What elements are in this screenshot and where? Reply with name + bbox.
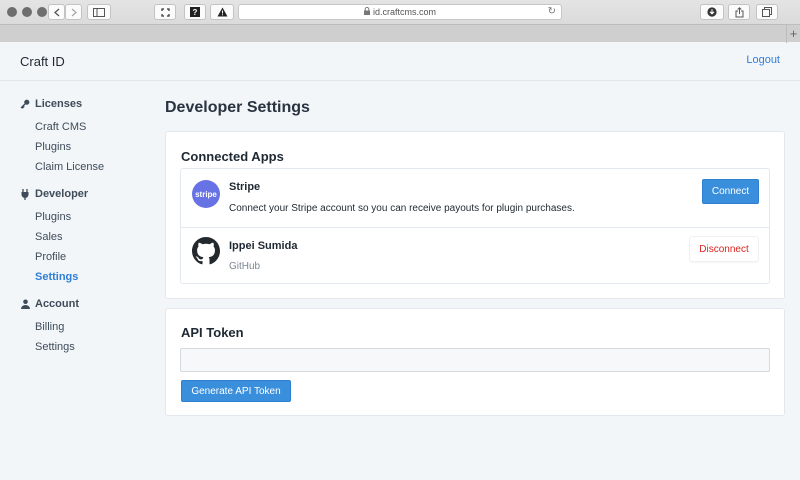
api-token-title: API Token: [181, 325, 244, 340]
sidebar-section-label: Licenses: [35, 98, 83, 110]
connect-stripe-button[interactable]: Connect: [702, 179, 759, 204]
new-tab-button[interactable]: +: [786, 25, 800, 43]
app-name: Stripe: [229, 181, 261, 193]
window-controls: [7, 7, 47, 17]
list-item-github: Ippei Sumida GitHub Disconnect: [181, 227, 769, 285]
sidebar-section-developer: Developer: [20, 188, 88, 200]
sidebar-toggle-button[interactable]: [87, 4, 111, 20]
extension-button-1[interactable]: [154, 4, 176, 20]
url-text: id.craftcms.com: [372, 7, 436, 17]
address-bar[interactable]: id.craftcms.com ↻: [238, 4, 562, 20]
logout-link[interactable]: Logout: [746, 54, 780, 66]
tabs-overview-button[interactable]: [756, 4, 778, 20]
app-header: Craft ID Logout: [0, 43, 800, 81]
share-button[interactable]: [728, 4, 750, 20]
key-icon: [20, 99, 30, 109]
app-provider: GitHub: [229, 261, 261, 272]
browser-chrome: ? id.craftcms.com ↻ +: [0, 0, 800, 43]
api-token-input[interactable]: [180, 348, 770, 372]
back-button[interactable]: [48, 4, 65, 20]
api-token-card: API Token Generate API Token: [165, 308, 785, 416]
sidebar-section-label: Account: [35, 298, 79, 310]
list-item-stripe: stripe Stripe Connect your Stripe accoun…: [181, 169, 769, 227]
connected-apps-title: Connected Apps: [181, 149, 284, 164]
downloads-button[interactable]: [700, 4, 724, 20]
sidebar-section-label: Developer: [35, 188, 89, 200]
sidebar-item-sales[interactable]: Sales: [35, 231, 63, 243]
sidebar-item-developer-plugins[interactable]: Plugins: [35, 211, 71, 223]
tabs-icon: [762, 7, 772, 17]
svg-text:?: ?: [193, 8, 198, 17]
extension-button-2[interactable]: ?: [184, 4, 206, 20]
sidebar-item-profile[interactable]: Profile: [35, 251, 66, 263]
chevron-left-icon: [53, 8, 59, 16]
sidebar-item-claim-license[interactable]: Claim License: [35, 161, 104, 173]
help-icon: ?: [190, 7, 200, 17]
plug-icon: [20, 188, 30, 200]
sidebar-section-licenses: Licenses: [20, 98, 82, 110]
reload-icon[interactable]: ↻: [548, 6, 556, 17]
warning-icon: [217, 7, 227, 17]
lock-icon: [363, 6, 370, 17]
sidebar-item-licenses-plugins[interactable]: Plugins: [35, 141, 71, 153]
download-icon: [707, 7, 717, 17]
sidebar-section-account: Account: [20, 298, 79, 310]
chevron-right-icon: [71, 8, 77, 16]
generate-api-token-button[interactable]: Generate API Token: [181, 380, 291, 402]
app-description: Connect your Stripe account so you can r…: [229, 203, 575, 214]
disconnect-github-button[interactable]: Disconnect: [689, 236, 759, 262]
close-window-button[interactable]: [7, 7, 17, 17]
app-name: Ippei Sumida: [229, 240, 298, 252]
brand-title[interactable]: Craft ID: [20, 54, 65, 69]
zoom-window-button[interactable]: [37, 7, 47, 17]
connected-apps-list: stripe Stripe Connect your Stripe accoun…: [180, 168, 770, 284]
user-icon: [20, 299, 30, 309]
sidebar-item-account-settings[interactable]: Settings: [35, 341, 75, 353]
sidebar-icon: [93, 7, 105, 17]
github-icon: [192, 237, 220, 265]
forward-button[interactable]: [65, 4, 82, 20]
minimize-window-button[interactable]: [22, 7, 32, 17]
sidebar-item-craft-cms[interactable]: Craft CMS: [35, 121, 86, 133]
share-icon: [735, 6, 743, 17]
stripe-logo-icon: stripe: [192, 180, 220, 208]
sidebar-item-developer-settings[interactable]: Settings: [35, 271, 78, 283]
fullscreen-icon: [160, 7, 170, 17]
connected-apps-card: Connected Apps stripe Stripe Connect you…: [165, 131, 785, 299]
page-title: Developer Settings: [165, 99, 310, 116]
sidebar-item-billing[interactable]: Billing: [35, 321, 64, 333]
extension-button-3[interactable]: [210, 4, 234, 20]
tab-strip: +: [0, 24, 800, 43]
